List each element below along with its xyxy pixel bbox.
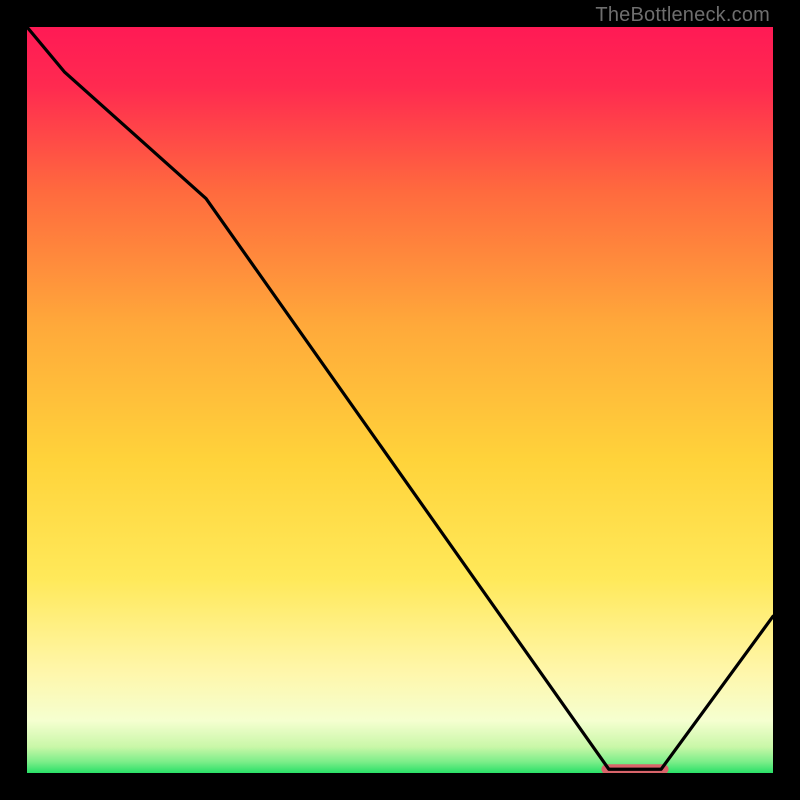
bottleneck-chart [27, 27, 773, 773]
chart-frame [27, 27, 773, 773]
attribution-label: TheBottleneck.com [595, 4, 770, 27]
